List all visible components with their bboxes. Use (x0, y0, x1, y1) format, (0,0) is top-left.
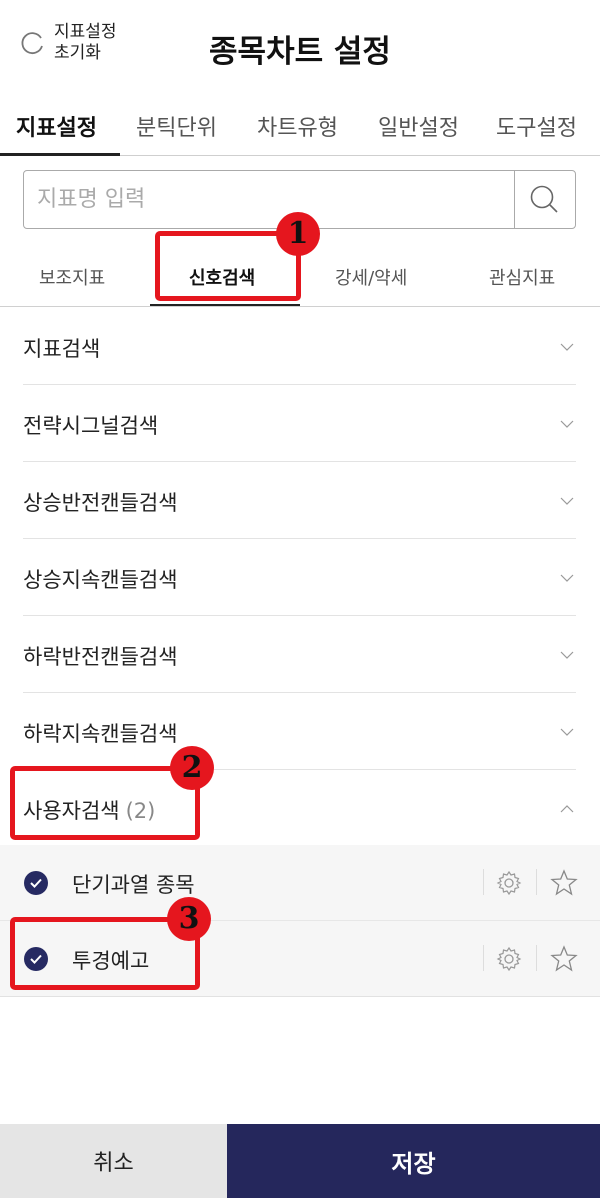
checkbox-checked[interactable] (24, 871, 48, 895)
check-icon (30, 878, 42, 888)
save-button[interactable]: 저장 (227, 1124, 600, 1198)
search-input[interactable] (24, 171, 516, 228)
subtab-strong-weak[interactable]: 강세/약세 (335, 264, 407, 290)
category-row[interactable]: 지표검색 (23, 308, 576, 385)
category-label: 전략시그널검색 (23, 414, 159, 438)
item-count: (2) (125, 799, 156, 823)
list-item[interactable]: 투경예고 (0, 921, 600, 997)
gear-icon[interactable] (496, 870, 522, 896)
tab-chart-type[interactable]: 차트유형 (257, 110, 338, 142)
category-label: 지표검색 (23, 337, 101, 361)
star-icon[interactable] (550, 869, 578, 897)
category-label: 하락반전캔들검색 (23, 645, 178, 669)
subtab-signal-search[interactable]: 신호검색 (189, 264, 255, 290)
category-label: 하락지속캔들검색 (23, 722, 178, 746)
chevron-down-icon (560, 651, 574, 659)
bottom-bar: 취소 저장 (0, 1124, 600, 1198)
annotation-badge-3: 3 (167, 897, 211, 941)
chevron-up-icon (560, 805, 574, 813)
chevron-down-icon (560, 497, 574, 505)
list-item[interactable]: 단기과열 종목 (0, 845, 600, 921)
main-tabs: 지표설정 분틱단위 차트유형 일반설정 도구설정 (0, 96, 600, 156)
search-button[interactable] (514, 171, 575, 228)
page-title: 종목차트 설정 (209, 34, 391, 70)
item-label: 단기과열 종목 (72, 873, 195, 897)
divider (536, 945, 537, 971)
tab-general-settings[interactable]: 일반설정 (378, 110, 459, 142)
star-icon[interactable] (550, 945, 578, 973)
search-icon (530, 185, 558, 213)
category-label: 상승반전캔들검색 (23, 491, 178, 515)
divider (536, 869, 537, 895)
divider (483, 945, 484, 971)
category-row-user-search[interactable]: 사용자검색 (2) (23, 770, 576, 847)
item-label: 투경예고 (72, 949, 150, 973)
chevron-down-icon (560, 728, 574, 736)
chevron-down-icon (560, 574, 574, 582)
active-subtab-underline (150, 304, 300, 306)
tab-indicator-settings[interactable]: 지표설정 (16, 110, 97, 142)
category-label: 상승지속캔들검색 (23, 568, 178, 592)
category-row[interactable]: 상승지속캔들검색 (23, 539, 576, 616)
category-row[interactable]: 하락지속캔들검색 (23, 693, 576, 770)
active-tab-underline (0, 153, 120, 156)
header: 지표설정 초기화 종목차트 설정 (0, 0, 600, 88)
chevron-down-icon (560, 420, 574, 428)
user-search-items: 단기과열 종목 투경예고 (0, 845, 600, 997)
tab-minute-tick[interactable]: 분틱단위 (136, 110, 217, 142)
category-row[interactable]: 하락반전캔들검색 (23, 616, 576, 693)
category-label: 사용자검색 (2) (23, 799, 156, 823)
subtab-auxiliary-indicators[interactable]: 보조지표 (39, 264, 105, 290)
category-row[interactable]: 상승반전캔들검색 (23, 462, 576, 539)
subtab-favorite-indicators[interactable]: 관심지표 (489, 264, 555, 290)
annotation-badge-1: 1 (276, 212, 320, 256)
category-row[interactable]: 전략시그널검색 (23, 385, 576, 462)
chevron-down-icon (560, 343, 574, 351)
gear-icon[interactable] (496, 946, 522, 972)
tab-tool-settings[interactable]: 도구설정 (496, 110, 577, 142)
category-list: 지표검색 전략시그널검색 상승반전캔들검색 상승지속캔들검색 하락반전캔들검색 … (0, 308, 600, 847)
annotation-badge-2: 2 (170, 746, 214, 790)
cancel-button[interactable]: 취소 (0, 1124, 227, 1198)
checkbox-checked[interactable] (24, 947, 48, 971)
check-icon (30, 954, 42, 964)
divider (483, 869, 484, 895)
